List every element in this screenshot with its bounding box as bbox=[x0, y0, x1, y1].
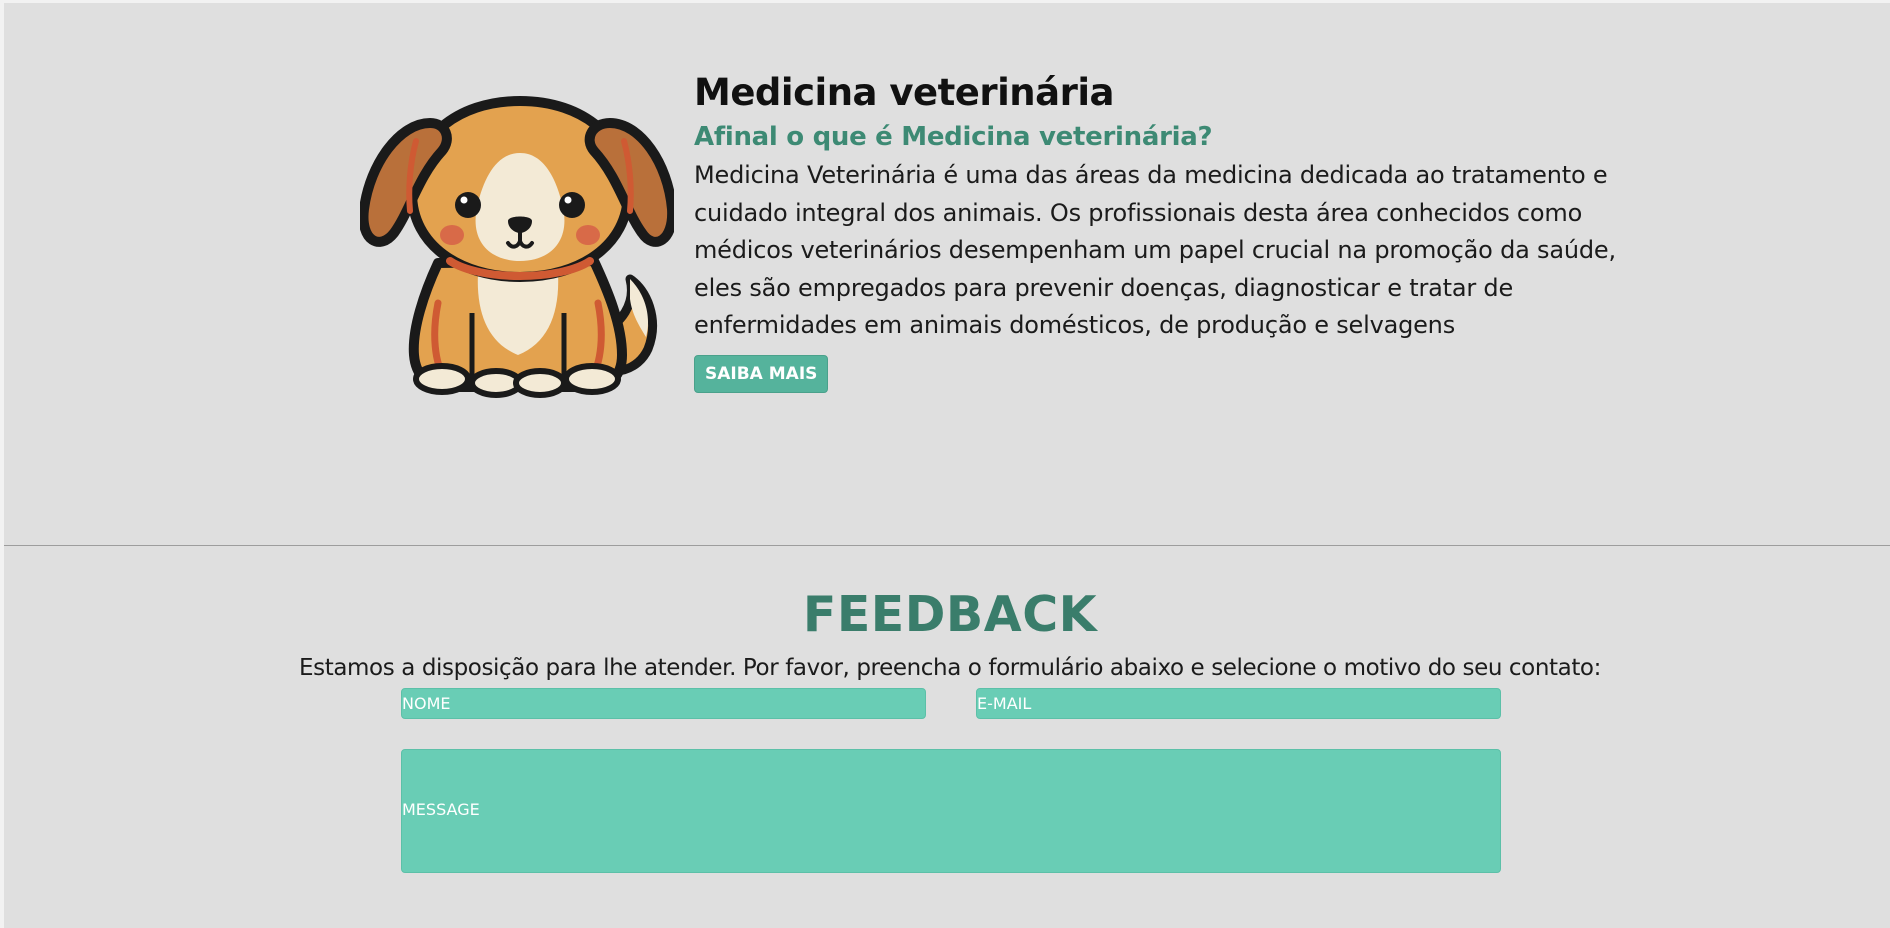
email-input[interactable] bbox=[976, 688, 1501, 719]
name-input[interactable] bbox=[401, 688, 926, 719]
dog-paw-mid-right bbox=[513, 368, 567, 398]
saiba-mais-button[interactable]: SAIBA MAIS bbox=[694, 354, 829, 393]
about-description: Medicina Veterinária é uma das áreas da … bbox=[694, 161, 1616, 340]
message-textarea[interactable] bbox=[401, 749, 1501, 873]
feedback-title: FEEDBACK bbox=[802, 586, 1098, 643]
about-section: Medicina veterinária Afinal o que é Medi… bbox=[4, 3, 1890, 544]
about-subtitle: Afinal o que é Medicina veterinária? bbox=[694, 122, 1213, 152]
about-title: Medicina veterinária bbox=[694, 71, 1115, 114]
feedback-description: Estamos a disposição para lhe atender. P… bbox=[299, 655, 1601, 681]
dog-eye-right bbox=[559, 192, 585, 218]
dog-cheek-right bbox=[576, 225, 600, 245]
about-text-block: Medicina veterinária Afinal o que é Medi… bbox=[694, 69, 1634, 393]
dog-eye-left bbox=[455, 192, 481, 218]
section-divider bbox=[4, 545, 1890, 546]
dog-paw-right bbox=[563, 363, 621, 395]
dog-cheek-left bbox=[440, 225, 464, 245]
dog-paw-mid-left bbox=[469, 368, 523, 398]
puppy-illustration bbox=[360, 95, 674, 398]
dog-paw-left bbox=[413, 363, 471, 395]
page: Medicina veterinária Afinal o que é Medi… bbox=[0, 0, 1890, 928]
